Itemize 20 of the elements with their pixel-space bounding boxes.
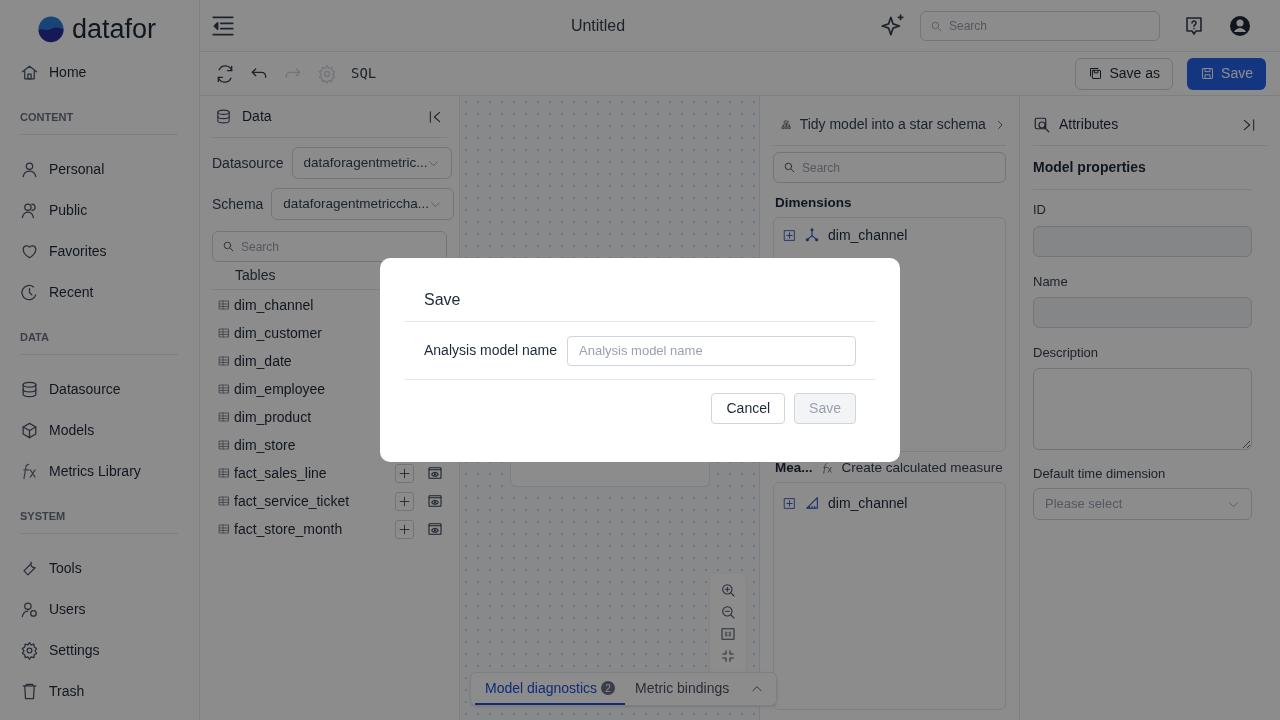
section-heading: CONTENT bbox=[20, 110, 75, 125]
field-label: Schema bbox=[212, 194, 264, 214]
document-title: Untitled bbox=[569, 15, 627, 36]
section-heading: DATA bbox=[20, 330, 50, 345]
column-header: Tables bbox=[235, 266, 276, 285]
field-label: Description bbox=[1033, 344, 1099, 362]
field-label: Name bbox=[1033, 272, 1068, 291]
panel-title: Attributes bbox=[1059, 115, 1120, 134]
field-label: ID bbox=[1033, 201, 1046, 219]
field-label: Analysis model name bbox=[424, 341, 558, 360]
section-heading: Dimensions bbox=[774, 194, 852, 212]
section-heading: Mea... bbox=[775, 458, 813, 477]
count-badge: 2 bbox=[601, 681, 616, 695]
logo-text: datafor bbox=[72, 15, 157, 43]
field-label: Datasource bbox=[212, 153, 284, 173]
dialog-title: Save bbox=[424, 291, 461, 308]
panel-title: Data bbox=[242, 107, 273, 126]
field-label: Default time dimension bbox=[1033, 464, 1166, 483]
section-heading: SYSTEM bbox=[20, 509, 67, 524]
section-heading: Model properties bbox=[1033, 158, 1146, 177]
